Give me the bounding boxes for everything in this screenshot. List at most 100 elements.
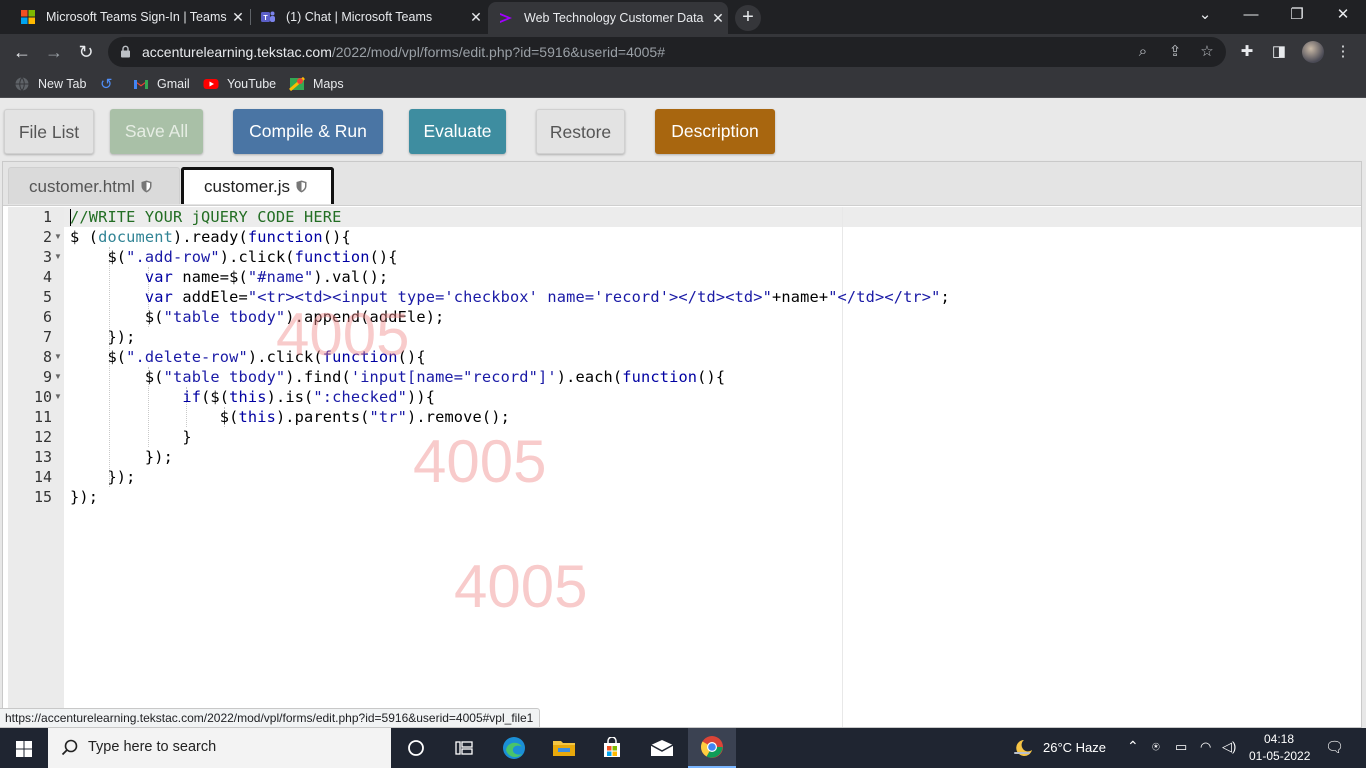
watermark-user-id: 4005 bbox=[276, 301, 410, 368]
browser-tab-teams-signin[interactable]: Microsoft Teams Sign-In | Teams ✕ bbox=[8, 0, 248, 34]
forward-arrow-icon[interactable]: → bbox=[40, 38, 68, 66]
microsoft-store-icon[interactable] bbox=[588, 728, 636, 768]
share-icon[interactable]: ⇪ bbox=[1166, 43, 1184, 61]
weather-moon-icon[interactable] bbox=[1012, 738, 1034, 758]
code-editor[interactable]: 1 2 3 4 5 6 7 8 9 10 11 12 13 14 15 ▼ ▼ … bbox=[8, 207, 1361, 727]
code-line[interactable]: }); bbox=[70, 467, 136, 487]
zoom-icon[interactable]: ⌕ bbox=[1134, 43, 1152, 61]
code-line[interactable]: var addEle="<tr><td><input type='checkbo… bbox=[70, 287, 950, 307]
line-number: 11 bbox=[33, 408, 52, 426]
browser-tab-web-technology[interactable]: Web Technology Customer Data ✕ bbox=[488, 2, 728, 34]
task-view-icon[interactable] bbox=[392, 728, 440, 768]
compile-run-button[interactable]: Compile & Run bbox=[233, 109, 383, 154]
description-button[interactable]: Description bbox=[655, 109, 775, 154]
bookmark-maps[interactable]: Maps bbox=[289, 75, 344, 93]
code-line[interactable]: }); bbox=[70, 327, 136, 347]
fold-toggle-icon[interactable]: ▼ bbox=[54, 387, 62, 407]
windows-logo-icon bbox=[16, 741, 32, 757]
mail-icon[interactable] bbox=[638, 728, 686, 768]
code-line[interactable]: $ (document).ready(function(){ bbox=[70, 227, 351, 247]
shield-icon bbox=[141, 180, 152, 193]
browser-toolbar: ← → ↻ accenturelearning.tekstac.com/2022… bbox=[0, 34, 1366, 70]
restore-button[interactable]: Restore bbox=[536, 109, 625, 154]
new-tab-button[interactable]: + bbox=[735, 5, 761, 31]
evaluate-button[interactable]: Evaluate bbox=[409, 109, 506, 154]
youtube-icon bbox=[203, 79, 219, 89]
minimize-icon[interactable]: — bbox=[1228, 0, 1274, 32]
code-line[interactable]: }); bbox=[70, 447, 173, 467]
bookmarks-bar: New Tab ↺ Gmail YouTube Maps bbox=[0, 70, 1366, 98]
close-tab-icon[interactable]: ✕ bbox=[228, 9, 248, 26]
close-tab-icon[interactable]: ✕ bbox=[466, 9, 486, 26]
address-bar[interactable]: accenturelearning.tekstac.com/2022/mod/v… bbox=[108, 37, 1226, 67]
teams-logo-icon: T bbox=[261, 11, 275, 22]
close-window-icon[interactable]: ✕ bbox=[1320, 0, 1366, 32]
code-line[interactable]: $(".add-row").click(function(){ bbox=[70, 247, 398, 267]
bookmark-star-icon[interactable]: ☆ bbox=[1198, 43, 1216, 61]
accenture-logo-icon bbox=[500, 13, 512, 23]
volume-icon[interactable]: ◁) bbox=[1222, 739, 1236, 755]
line-number: 13 bbox=[33, 448, 52, 466]
microsoft-logo-icon bbox=[21, 10, 35, 24]
file-explorer-icon[interactable] bbox=[540, 728, 588, 768]
fold-toggle-icon[interactable]: ▼ bbox=[54, 367, 62, 387]
lock-icon bbox=[121, 45, 130, 58]
wifi-icon[interactable]: ◠ bbox=[1200, 739, 1211, 755]
line-number: 2 bbox=[42, 228, 52, 246]
history-icon[interactable]: ↺ bbox=[100, 75, 113, 93]
file-tab-label: customer.html bbox=[29, 177, 135, 196]
chrome-taskbar-icon[interactable] bbox=[688, 728, 736, 768]
fold-toggle-icon[interactable]: ▼ bbox=[54, 247, 62, 267]
save-all-button[interactable]: Save All bbox=[110, 109, 203, 154]
side-panel-icon[interactable]: ◨ bbox=[1268, 41, 1290, 63]
code-line[interactable]: } bbox=[70, 427, 192, 447]
file-list-button[interactable]: File List bbox=[4, 109, 94, 154]
tab-search-chevron-icon[interactable]: ⌄ bbox=[1182, 0, 1228, 32]
maps-icon bbox=[289, 76, 305, 92]
clock-date[interactable]: 01-05-2022 bbox=[1249, 749, 1310, 763]
windows-taskbar: Type here to search 26°C Haze ⌃ ⍟ ▭ ◠ ◁)… bbox=[0, 728, 1366, 768]
browser-tab-teams-chat[interactable]: T (1) Chat | Microsoft Teams ✕ bbox=[252, 0, 486, 34]
taskbar-search-box[interactable]: Type here to search bbox=[48, 728, 391, 768]
file-tabs: customer.html customer.js bbox=[3, 162, 1361, 206]
edge-browser-icon[interactable] bbox=[490, 728, 538, 768]
code-line[interactable]: $(this).parents("tr").remove(); bbox=[70, 407, 510, 427]
code-line[interactable]: }); bbox=[70, 487, 98, 507]
code-line[interactable]: if($(this).is(":checked")){ bbox=[70, 387, 435, 407]
back-arrow-icon[interactable]: ← bbox=[8, 38, 36, 66]
restore-window-icon[interactable]: ❐ bbox=[1274, 0, 1320, 32]
clock-time[interactable]: 04:18 bbox=[1264, 732, 1294, 746]
code-line[interactable]: $("table tbody").find('input[name="recor… bbox=[70, 367, 725, 387]
close-tab-icon[interactable]: ✕ bbox=[708, 10, 728, 27]
file-tab-customer-html[interactable]: customer.html bbox=[8, 167, 180, 204]
extensions-puzzle-icon[interactable]: ✚ bbox=[1236, 41, 1258, 63]
reload-icon[interactable]: ↻ bbox=[72, 38, 100, 66]
fold-toggle-icon[interactable]: ▼ bbox=[54, 227, 62, 247]
notification-center-icon[interactable]: 🗨 bbox=[1325, 738, 1344, 756]
line-number: 10 bbox=[33, 388, 52, 406]
bookmark-youtube[interactable]: YouTube bbox=[203, 75, 276, 93]
tab-title: Microsoft Teams Sign-In | Teams bbox=[46, 10, 227, 24]
more-menu-icon[interactable]: ⋮ bbox=[1332, 41, 1354, 63]
line-number: 12 bbox=[33, 428, 52, 446]
widgets-icon[interactable] bbox=[440, 728, 488, 768]
line-number: 6 bbox=[42, 308, 52, 326]
weather-text[interactable]: 26°C Haze bbox=[1043, 740, 1106, 755]
editor-frame: customer.html customer.js 1 2 3 4 5 6 7 bbox=[2, 161, 1362, 728]
fold-toggle-icon[interactable]: ▼ bbox=[54, 347, 62, 367]
code-line[interactable]: //WRITE YOUR jQUERY CODE HERE bbox=[70, 207, 341, 227]
battery-icon[interactable]: ▭ bbox=[1175, 739, 1187, 755]
bookmark-new-tab[interactable]: New Tab bbox=[14, 75, 86, 93]
tab-title: Web Technology Customer Data bbox=[524, 11, 704, 25]
file-tab-customer-js[interactable]: customer.js bbox=[181, 167, 334, 204]
code-line[interactable]: var name=$("#name").val(); bbox=[70, 267, 388, 287]
show-hidden-icons-chevron[interactable]: ⌃ bbox=[1127, 738, 1139, 755]
globe-icon bbox=[15, 77, 29, 91]
line-number: 8 bbox=[42, 348, 52, 366]
profile-avatar[interactable] bbox=[1302, 41, 1324, 63]
line-number: 14 bbox=[33, 468, 52, 486]
start-button[interactable] bbox=[0, 728, 48, 768]
meet-now-icon[interactable]: ⍟ bbox=[1152, 739, 1160, 755]
shield-icon bbox=[296, 180, 307, 193]
bookmark-gmail[interactable]: Gmail bbox=[133, 75, 190, 93]
